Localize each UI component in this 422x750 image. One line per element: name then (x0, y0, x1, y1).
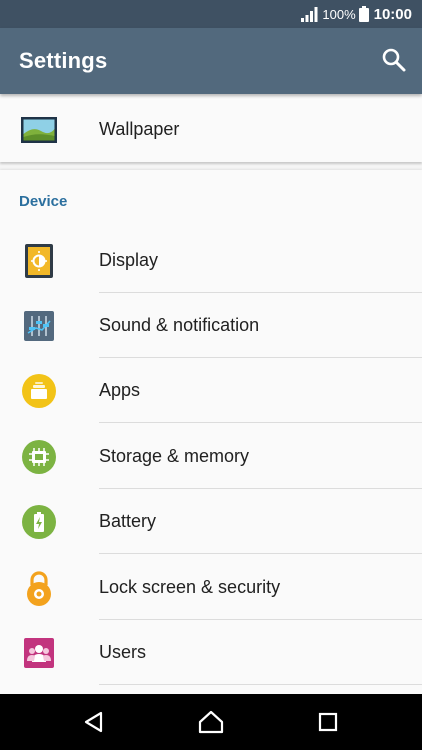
section-header-device: Device (19, 193, 68, 210)
list-item-label: Battery (99, 511, 157, 531)
top-card: Wallpaper (0, 94, 422, 162)
list-item-label: Apps (99, 380, 141, 400)
divider (99, 684, 422, 685)
list-item-label: Wallpaper (99, 119, 180, 139)
back-icon[interactable] (80, 708, 108, 736)
battery-status-icon (358, 6, 369, 22)
home-icon[interactable] (197, 708, 225, 736)
clock: 10:00 (373, 5, 412, 23)
list-item-label: Storage & memory (99, 446, 250, 466)
list-item-storage-memory[interactable]: Storage & memory (0, 424, 422, 489)
app-bar: Settings (0, 28, 422, 94)
list-item-wallpaper[interactable]: Wallpaper (0, 97, 422, 162)
battery-icon (21, 505, 57, 539)
sound-icon (21, 309, 57, 343)
search-icon[interactable] (381, 47, 407, 73)
list-item-users[interactable]: Users (0, 620, 422, 685)
display-icon (21, 244, 57, 278)
list-item-lock-screen-security[interactable]: Lock screen & security (0, 555, 422, 620)
list-item-apps[interactable]: Apps (0, 358, 422, 423)
list-item-display[interactable]: Display (0, 228, 422, 293)
lock-icon (21, 571, 57, 606)
list-item-label: Lock screen & security (99, 577, 281, 597)
battery-percent: 100% (322, 6, 356, 22)
signal-icon (301, 6, 318, 22)
recents-icon[interactable] (314, 708, 342, 736)
list-item-sound-notification[interactable]: Sound & notification (0, 293, 422, 358)
list-item-label: Display (99, 250, 159, 270)
storage-icon (21, 440, 57, 474)
apps-icon (21, 374, 57, 408)
settings-list[interactable]: Wallpaper Device Display Sound & notific… (0, 94, 422, 694)
divider (99, 553, 422, 554)
list-item-battery[interactable]: Battery (0, 489, 422, 554)
wallpaper-icon (21, 113, 57, 147)
status-bar: 100% 10:00 (0, 0, 422, 28)
list-item-label: Sound & notification (99, 315, 260, 335)
page-title: Settings (19, 48, 108, 73)
divider (99, 422, 422, 423)
list-item-label: Users (99, 642, 147, 662)
navigation-bar (0, 694, 422, 750)
users-icon (21, 636, 57, 670)
